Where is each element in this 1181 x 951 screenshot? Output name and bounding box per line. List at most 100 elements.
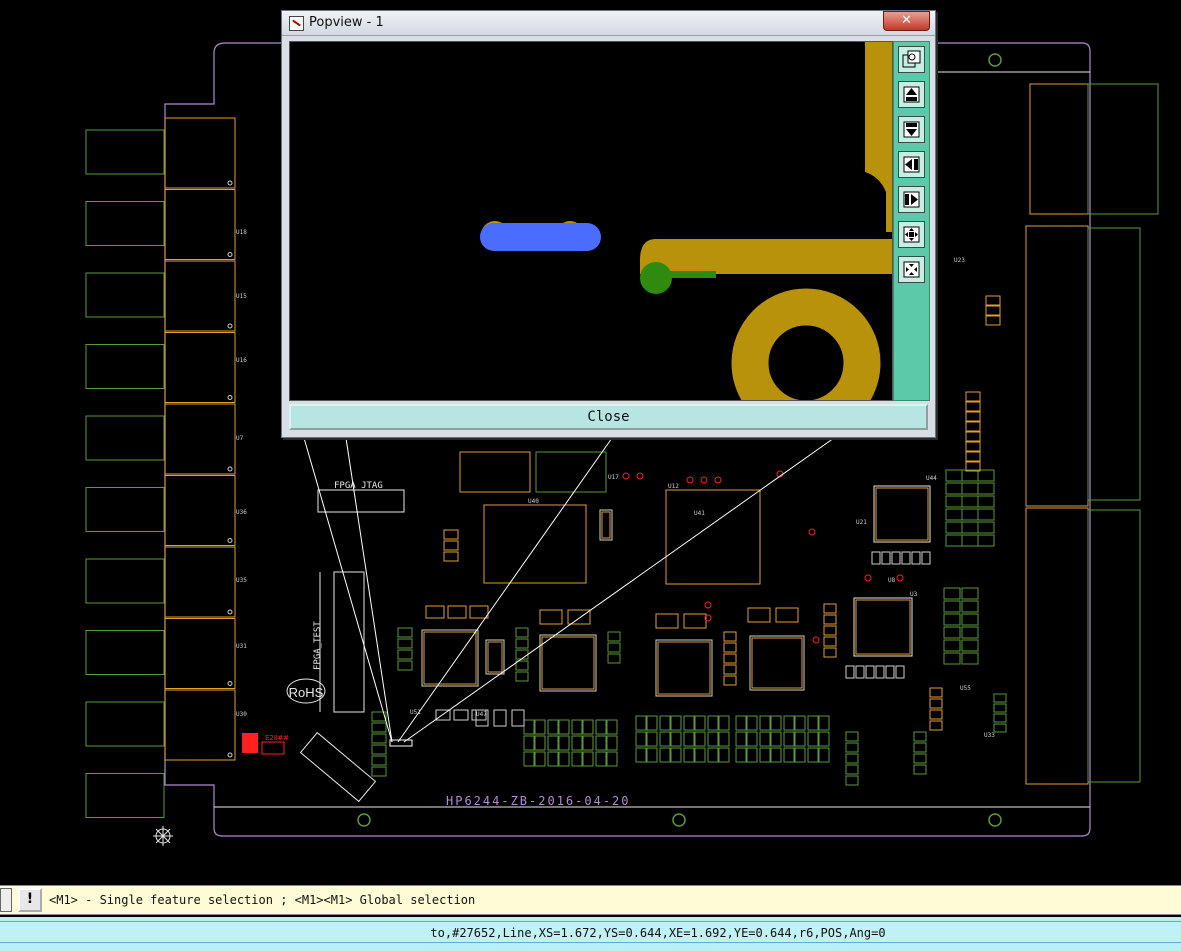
- passive: [646, 715, 658, 731]
- connector-pad: [85, 630, 165, 675]
- passive: [845, 742, 859, 753]
- passive: [670, 715, 682, 731]
- pin1-marker: [227, 538, 233, 543]
- passive: [567, 609, 591, 625]
- pan-up-button[interactable]: [898, 81, 925, 108]
- passive: [547, 735, 559, 751]
- component-designator: U17: [608, 474, 619, 481]
- mode-button[interactable]: [0, 888, 12, 912]
- module-footprint: [164, 618, 236, 689]
- selected-line-feature[interactable]: [480, 223, 601, 251]
- status-text: to,#27652,Line,XS=1.672,YS=0.644,XE=1.69…: [430, 926, 886, 940]
- passive: [945, 508, 963, 521]
- passive: [901, 551, 911, 565]
- connector-j5: [1025, 225, 1089, 507]
- pan-right-button[interactable]: [898, 186, 925, 213]
- passive: [943, 613, 961, 626]
- ic-u3-core: [855, 599, 911, 655]
- passive: [865, 665, 875, 679]
- zoom-restore-button[interactable]: [898, 46, 925, 73]
- passive: [985, 295, 1001, 306]
- component-designator: U36: [236, 509, 247, 516]
- passive: [961, 482, 979, 495]
- passive: [547, 751, 559, 767]
- passive: [961, 587, 979, 600]
- status-bar: to,#27652,Line,XS=1.672,YS=0.644,XE=1.69…: [0, 917, 1181, 951]
- passive: [746, 731, 758, 747]
- passive: [397, 638, 413, 649]
- passive: [993, 703, 1007, 713]
- passive: [965, 451, 981, 462]
- passive: [443, 551, 459, 562]
- passive: [515, 649, 529, 660]
- passive: [371, 766, 387, 777]
- passive: [534, 735, 546, 751]
- popview-titlebar[interactable]: Popview - 1: [282, 11, 935, 36]
- passive: [881, 551, 891, 565]
- passive: [965, 411, 981, 422]
- passive: [823, 647, 837, 658]
- jtag-header: [317, 489, 405, 513]
- esd-logo: E2Ⅱ##: [242, 733, 289, 755]
- passive: [985, 315, 1001, 326]
- pan-up-icon: [903, 86, 920, 103]
- pan-left-button[interactable]: [898, 151, 925, 178]
- passive: [515, 638, 529, 649]
- passive: [723, 631, 737, 642]
- passive: [913, 731, 927, 742]
- popview-leader-lines: [303, 437, 835, 747]
- zoom-in-button[interactable]: [898, 221, 925, 248]
- passive: [511, 709, 525, 727]
- passive: [707, 747, 719, 763]
- passive: [558, 751, 570, 767]
- window-close-button[interactable]: ✕: [883, 11, 930, 31]
- popview-canvas[interactable]: [289, 41, 893, 401]
- passive: [885, 665, 895, 679]
- via: [636, 472, 644, 480]
- passive: [783, 731, 795, 747]
- close-button[interactable]: Close: [289, 404, 928, 430]
- passive: [493, 709, 507, 727]
- svg-text:E2Ⅱ##: E2Ⅱ##: [265, 734, 289, 742]
- component-designator: U15: [236, 293, 247, 300]
- popview-window[interactable]: Popview - 1 ✕ Close: [281, 10, 936, 438]
- rohs-text: RoHS: [289, 685, 324, 700]
- passive: [707, 731, 719, 747]
- passive: [913, 753, 927, 764]
- passive: [595, 719, 607, 735]
- component-designator: U31: [236, 643, 247, 650]
- passive: [425, 605, 445, 619]
- ic-u2: [459, 451, 531, 493]
- connector-pad: [85, 558, 165, 604]
- ic-u44-core: [875, 487, 929, 541]
- pan-down-button[interactable]: [898, 116, 925, 143]
- passive: [977, 482, 995, 495]
- warning-icon: !: [26, 891, 34, 907]
- passive: [683, 731, 695, 747]
- zoom-out-button[interactable]: [898, 256, 925, 283]
- left-module-footprints: [164, 117, 236, 761]
- passive: [823, 636, 837, 647]
- passive: [607, 642, 621, 653]
- passive: [607, 631, 621, 642]
- passive: [913, 764, 927, 775]
- warning-button[interactable]: !: [18, 888, 42, 912]
- component-designator: U35: [236, 577, 247, 584]
- passive: [807, 747, 819, 763]
- connector-pad: [85, 344, 165, 389]
- mounting-hole: [988, 813, 1002, 827]
- passive: [539, 609, 563, 625]
- passive: [397, 627, 413, 638]
- via: [812, 636, 820, 644]
- passive: [921, 551, 931, 565]
- passive: [961, 639, 979, 652]
- passive: [670, 731, 682, 747]
- passive: [993, 723, 1007, 733]
- connector-pad: [85, 201, 165, 246]
- passive: [965, 441, 981, 452]
- zoom-in-icon: [903, 226, 920, 243]
- pin1-marker: [227, 395, 233, 400]
- connector-j1-green: [1087, 83, 1159, 215]
- connector-pad: [85, 129, 165, 175]
- passive: [823, 625, 837, 636]
